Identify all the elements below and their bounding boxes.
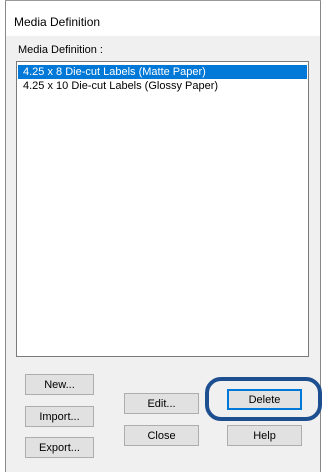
title-bar: Media Definition [6,3,320,36]
list-item-glossy-labels[interactable]: 4.25 x 10 Die-cut Labels (Glossy Paper) [18,79,307,93]
help-button[interactable]: Help [227,425,302,446]
export-button[interactable]: Export... [25,437,94,458]
delete-highlight-callout [205,377,322,421]
new-button[interactable]: New... [25,374,94,395]
window-title: Media Definition [14,15,101,29]
media-list-caption: Media Definition : [18,44,103,56]
list-item-matte-labels[interactable]: 4.25 x 8 Die-cut Labels (Matte Paper) [18,65,307,79]
edit-button[interactable]: Edit... [124,393,199,414]
import-button[interactable]: Import... [25,406,94,427]
close-button[interactable]: Close [124,425,199,446]
media-definition-listbox[interactable]: 4.25 x 8 Die-cut Labels (Matte Paper) 4.… [16,61,309,357]
